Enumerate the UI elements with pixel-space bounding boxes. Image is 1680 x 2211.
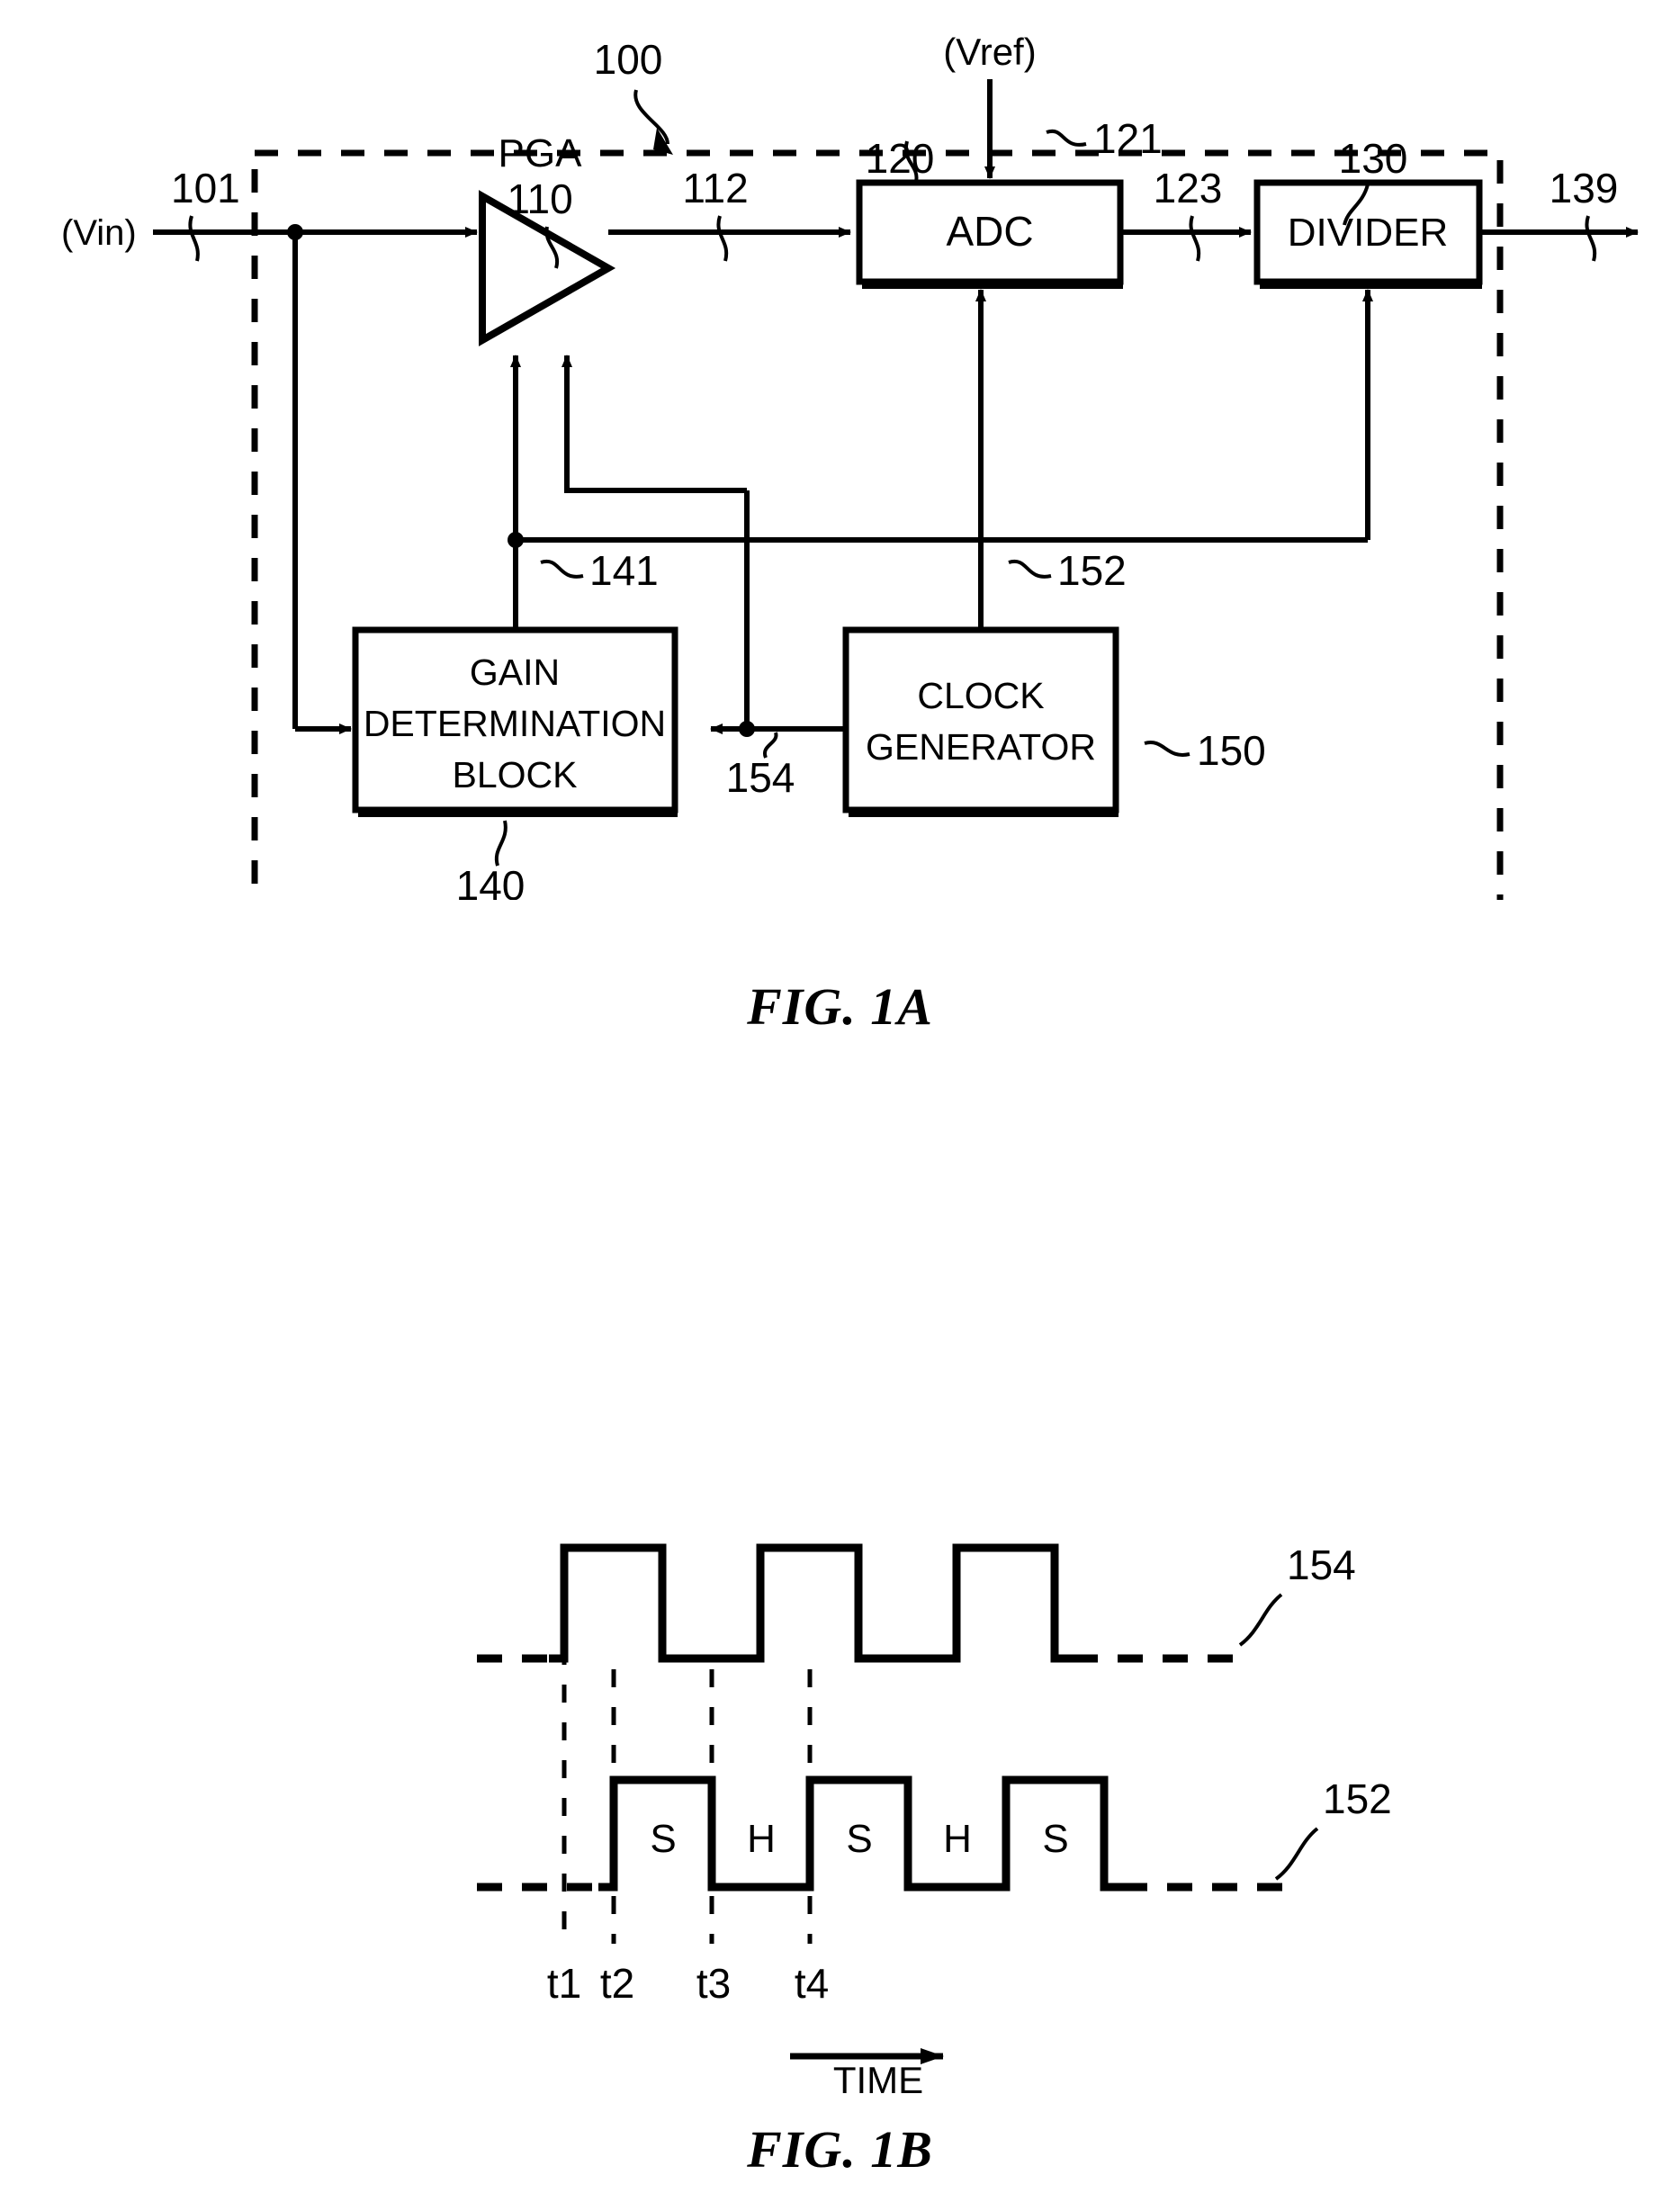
clock-generator-label-line1: CLOCK [917,675,1044,716]
ref-label-101: 101 [171,165,240,211]
time-marker-label-t3: t3 [696,1960,731,2007]
ref-label-141: 141 [589,547,659,594]
leader-152 [1008,559,1052,579]
time-marker-label-t2: t2 [600,1960,634,2007]
phase-label-s1: S [650,1817,676,1861]
gain-block-label-line3: BLOCK [453,754,578,795]
ref-label-100: 100 [594,36,663,83]
fig-1b-caption: FIG. 1B [747,2120,933,2179]
phase-label-h1: H [747,1817,776,1861]
phase-label-h2: H [943,1817,972,1861]
leader-141 [540,559,584,579]
ref-label-waveform-154: 154 [1287,1541,1356,1588]
input-label-vin: (Vin) [61,213,137,253]
gain-block-label-line2: DETERMINATION [364,703,666,744]
fig-1b-timing-diagram: 154 152 S H S H S t1 t2 t3 t4 [477,1541,1392,2064]
leader-waveform-152 [1274,1827,1319,1881]
leader-100 [633,89,669,145]
ref-label-154: 154 [726,754,795,801]
leader-123 [1189,215,1201,262]
time-marker-label-t1: t1 [547,1960,581,2007]
time-marker-label-t4: t4 [795,1960,829,2007]
ref-label-130: 130 [1339,135,1408,182]
ref-label-112: 112 [682,165,748,211]
junction-dot-141-bus [508,532,524,548]
adc-label: ADC [946,208,1033,255]
ref-label-waveform-152: 152 [1323,1775,1392,1822]
fig-1a-caption: FIG. 1A [747,977,933,1036]
ref-label-123: 123 [1154,165,1223,211]
ref-label-152: 152 [1057,547,1127,594]
pga-label: PGA [499,131,583,175]
ref-label-139: 139 [1550,165,1619,211]
ref-label-110: 110 [507,175,572,222]
ref-label-150: 150 [1197,727,1266,774]
waveform-154-trace [549,1543,1073,1663]
wire-154-to-pga [561,355,747,493]
clock-generator-block [842,626,1119,813]
phase-label-s3: S [1042,1817,1068,1861]
phase-label-s2: S [846,1817,872,1861]
leader-140 [494,820,508,867]
leader-121 [1046,129,1087,147]
ref-label-140: 140 [456,862,526,900]
leader-101 [188,215,200,262]
divider-label: DIVIDER [1288,211,1448,255]
leader-waveform-154 [1238,1593,1283,1647]
vref-label: (Vref) [943,31,1036,73]
leader-112 [716,215,729,262]
leader-139 [1585,215,1597,262]
ref-label-121: 121 [1093,115,1163,162]
clock-generator-label-line2: GENERATOR [866,726,1096,768]
patent-figure-sheet: 100 (Vin) 101 PGA 110 112 ADC 120 (Vref) [0,0,1680,2211]
gain-block-label-line1: GAIN [470,652,560,693]
leader-150 [1144,741,1190,757]
time-axis-label: TIME [832,2059,924,2101]
ref-label-120: 120 [866,135,935,182]
fig-1a-diagram: 100 (Vin) 101 PGA 110 112 ADC 120 (Vref) [61,31,1639,900]
